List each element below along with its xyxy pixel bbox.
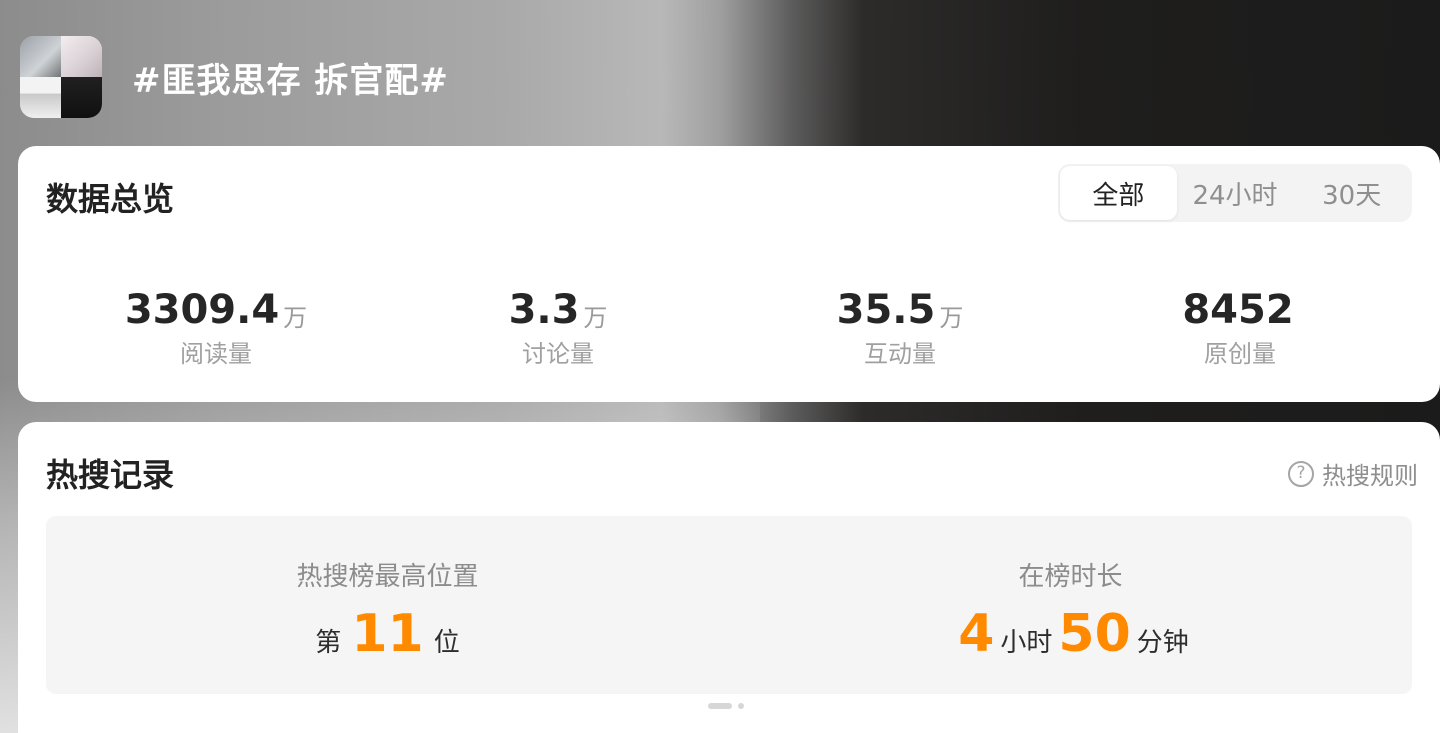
topic-header: #匪我思存 拆官配#	[20, 36, 449, 118]
hot-search-title: 热搜记录	[46, 456, 175, 494]
highest-rank-label: 热搜榜最高位置	[296, 562, 479, 592]
stat-label: 原创量	[1204, 340, 1276, 368]
stat-interactions: 35.5 万 互动量	[750, 276, 1050, 369]
help-circle-icon: ?	[1288, 460, 1314, 487]
duration-label: 在榜时长	[1018, 562, 1123, 592]
stat-value: 3309.4	[124, 287, 280, 333]
stat-reads: 3309.4 万 阅读量	[66, 276, 366, 369]
rank-prefix: 第	[315, 628, 342, 658]
stat-unit: 万	[583, 304, 608, 332]
stat-value: 8452	[1182, 287, 1294, 333]
tab-30d[interactable]: 30天	[1293, 166, 1410, 220]
stat-unit: 万	[283, 304, 308, 332]
stat-value: 35.5	[836, 287, 936, 333]
highest-rank-value: 第 11 位	[46, 608, 729, 660]
data-overview-card: 数据总览 全部 24小时 30天 3309.4 万 阅读量 3.3 万 讨论量 …	[18, 146, 1440, 402]
topic-avatar	[20, 36, 102, 118]
topic-title: #匪我思存 拆官配#	[132, 60, 449, 101]
hot-search-rules-link[interactable]: ? 热搜规则	[1288, 456, 1418, 491]
stat-discussions: 3.3 万 讨论量	[408, 276, 708, 369]
hot-search-panel: 热搜榜最高位置 第 11 位 在榜时长 4 小时 50 分钟	[46, 516, 1412, 694]
hot-search-card: 热搜记录 ? 热搜规则 热搜榜最高位置 第 11 位 在榜时长 4 小时 50 …	[18, 422, 1440, 733]
stat-originals: 8452 原创量	[1090, 276, 1390, 369]
duration-hours: 4	[958, 604, 995, 664]
duration-minutes: 50	[1058, 604, 1131, 664]
tab-24h[interactable]: 24小时	[1177, 166, 1294, 220]
pager-dot-active[interactable]	[708, 703, 732, 709]
rank-number: 11	[351, 604, 424, 664]
stats-row: 3309.4 万 阅读量 3.3 万 讨论量 35.5 万 互动量 8452 原	[18, 276, 1440, 369]
pager-dot[interactable]	[738, 703, 744, 709]
highest-rank: 热搜榜最高位置 第 11 位	[46, 516, 729, 694]
time-range-tabs: 全部 24小时 30天	[1058, 164, 1412, 222]
duration-value: 4 小时 50 分钟	[729, 608, 1412, 660]
on-list-duration: 在榜时长 4 小时 50 分钟	[729, 516, 1412, 694]
stat-label: 讨论量	[522, 340, 594, 368]
stat-label: 互动量	[864, 340, 936, 368]
tab-all[interactable]: 全部	[1060, 166, 1177, 220]
duration-minutes-unit: 分钟	[1136, 628, 1189, 658]
pager-dots[interactable]	[708, 703, 744, 709]
rank-suffix: 位	[433, 628, 460, 658]
duration-hours-unit: 小时	[1000, 628, 1053, 658]
rules-label: 热搜规则	[1322, 462, 1418, 490]
stat-value: 3.3	[508, 287, 580, 333]
stat-label: 阅读量	[180, 340, 252, 368]
stat-unit: 万	[939, 304, 964, 332]
overview-title: 数据总览	[46, 180, 175, 218]
